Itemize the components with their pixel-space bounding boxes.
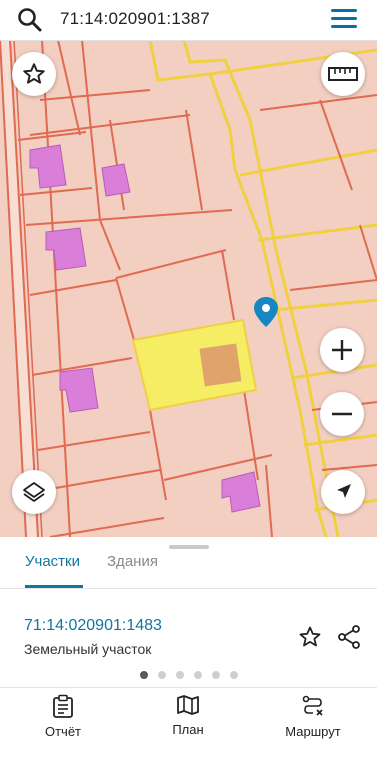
nav-report[interactable]: Отчёт — [13, 694, 113, 739]
favorite-star-icon — [23, 63, 45, 84]
search-query[interactable]: 71:14:020901:1387 — [60, 9, 210, 29]
pagination-dot[interactable] — [175, 671, 184, 679]
sheet-drag-handle[interactable] — [169, 545, 209, 549]
navigation-button[interactable] — [321, 470, 365, 514]
pagination-dots — [0, 671, 377, 681]
pagination-dot[interactable] — [229, 671, 238, 679]
star-icon[interactable] — [298, 625, 322, 649]
zoom-in-button[interactable] — [320, 328, 364, 372]
map-canvas[interactable] — [0, 40, 377, 537]
ruler-icon — [328, 67, 358, 81]
nav-plan-label: План — [172, 722, 204, 737]
layers-button[interactable] — [12, 470, 56, 514]
parcel-info-sheet: Участки Здания 71:14:020901:1483 Земельн… — [0, 537, 377, 687]
nav-plan[interactable]: План — [138, 694, 238, 737]
zoom-in-icon — [332, 340, 352, 360]
ruler-button[interactable] — [321, 52, 365, 96]
share-icon[interactable] — [336, 624, 362, 650]
tab-parcels[interactable]: Участки — [25, 553, 80, 570]
search-bar[interactable]: 71:14:020901:1387 — [0, 0, 377, 41]
cadastral-map[interactable] — [0, 40, 377, 537]
route-icon — [302, 695, 323, 716]
parcel-number[interactable]: 71:14:020901:1483 — [24, 617, 162, 635]
nav-route-label: Маршрут — [285, 724, 341, 739]
pagination-dot[interactable] — [157, 671, 166, 679]
pagination-dot[interactable] — [139, 671, 148, 679]
navigation-arrow-icon — [337, 484, 351, 498]
tab-buildings[interactable]: Здания — [107, 553, 158, 570]
bottom-navigation: Отчёт План Маршрут — [0, 687, 377, 769]
nav-report-label: Отчёт — [44, 724, 82, 739]
map-plan-icon — [177, 695, 199, 715]
layers-icon — [23, 482, 45, 502]
report-clipboard-icon — [53, 694, 73, 718]
favorite-button[interactable] — [12, 52, 56, 96]
hamburger-menu-icon[interactable] — [331, 9, 357, 29]
nav-route[interactable]: Маршрут — [263, 694, 363, 739]
pagination-dot[interactable] — [211, 671, 220, 679]
pagination-dot[interactable] — [193, 671, 202, 679]
zoom-out-icon — [332, 412, 352, 416]
zoom-out-button[interactable] — [320, 392, 364, 436]
search-icon[interactable] — [16, 6, 44, 34]
location-marker-icon[interactable] — [254, 297, 278, 327]
parcel-type: Земельный участок — [24, 641, 152, 657]
tab-divider — [0, 588, 377, 589]
